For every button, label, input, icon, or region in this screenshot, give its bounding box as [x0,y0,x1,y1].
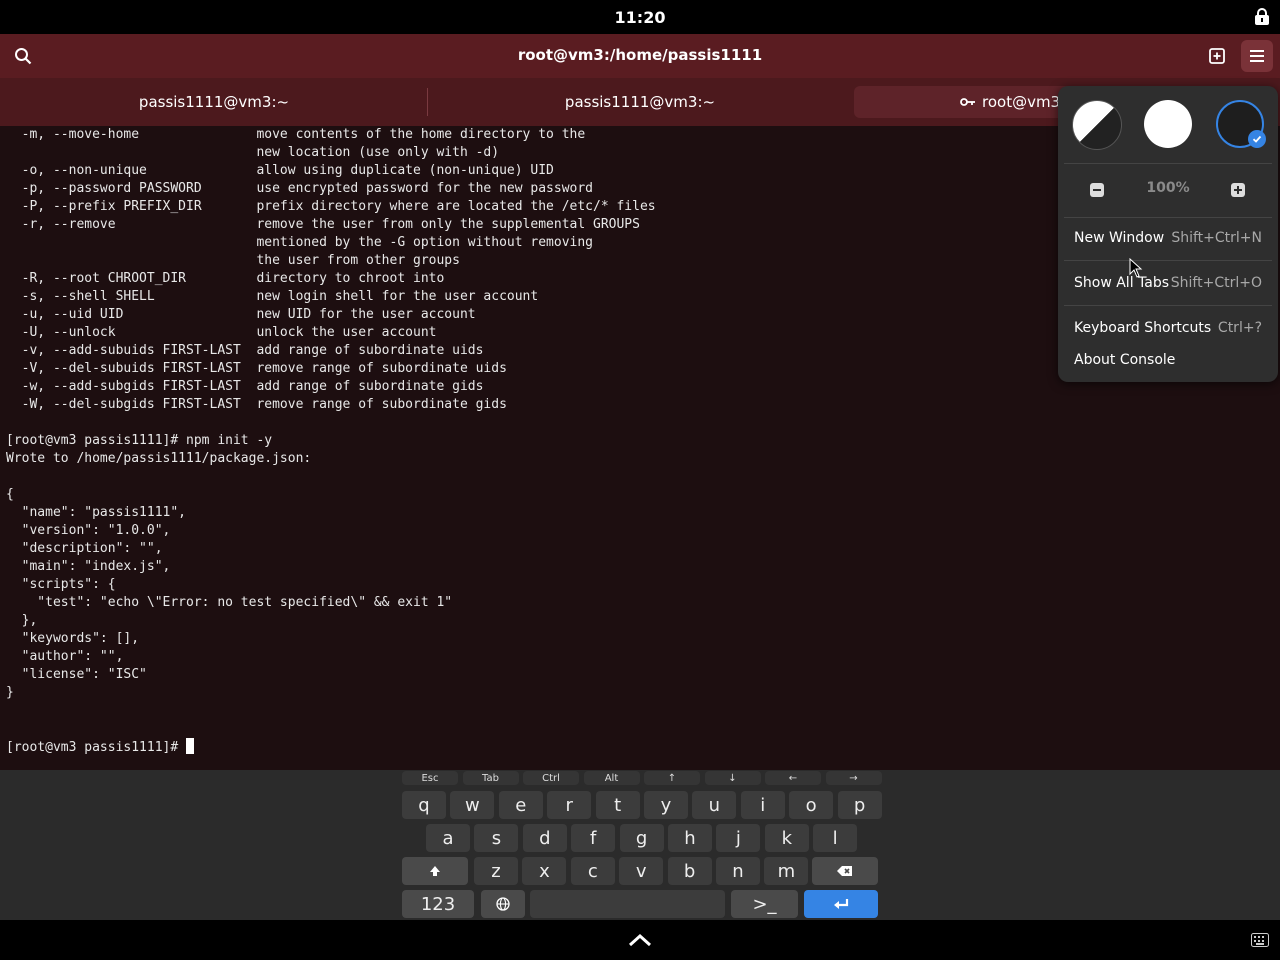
key-icon [960,98,975,106]
key-m[interactable]: m [764,857,809,885]
minus-icon [1090,183,1104,197]
key-right[interactable]: → [825,771,882,785]
style-light[interactable] [1144,100,1192,148]
on-screen-keyboard: Esc Tab Ctrl Alt ↑ ↓ ← → q w e r t y u i o p a s d f g h j k l z x c v… [0,770,1280,920]
key-g[interactable]: g [619,824,664,852]
menu-separator [1064,260,1272,261]
menu-item-shortcut: Shift+Ctrl+O [1170,275,1262,291]
numbers-key-label: 123 [420,893,456,915]
style-dark[interactable] [1216,100,1266,148]
key-ctrl[interactable]: Ctrl [523,771,579,785]
style-follow-system[interactable] [1072,100,1122,150]
keyboard-icon[interactable] [1251,933,1269,947]
key-x[interactable]: x [522,857,567,885]
key-t[interactable]: t [595,791,640,819]
enter-icon [834,899,849,909]
plus-icon [1231,183,1245,197]
key-h[interactable]: h [668,824,712,852]
globe-icon [496,897,510,911]
shell-prompt: [root@vm3 passis1111]# [6,740,187,755]
key-alt[interactable]: Alt [583,771,640,785]
key-k[interactable]: k [764,824,809,852]
menu-item-about-console[interactable]: About Console [1064,343,1272,377]
key-down[interactable]: ↓ [704,771,761,785]
terminal-key[interactable]: >_ [731,890,798,918]
menu-item-new-window[interactable]: New Window Shift+Ctrl+N [1064,221,1272,255]
menu-item-shortcut: Shift+Ctrl+N [1171,230,1262,246]
space-key[interactable] [530,890,725,918]
menu-item-show-all-tabs[interactable]: Show All Tabs Shift+Ctrl+O [1064,266,1272,300]
main-menu-button[interactable] [1241,40,1273,72]
text-cursor [186,738,195,754]
menu-item-label: About Console [1074,352,1176,368]
key-p[interactable]: p [837,791,882,819]
main-menu-popover: 100% New Window Shift+Ctrl+N Show All Ta… [1058,86,1278,382]
tab-label: passis1111@vm3:~ [138,93,290,111]
tab-2[interactable]: passis1111@vm3:~ [428,86,852,118]
header-bar: root@vm3:/home/passis1111 [0,34,1280,78]
menu-separator [1064,217,1272,218]
menu-separator [1064,163,1272,164]
key-n[interactable]: n [716,857,760,885]
shift-key[interactable] [402,857,468,885]
mouse-pointer-icon [1129,258,1143,278]
key-s[interactable]: s [474,824,519,852]
key-c[interactable]: c [570,857,615,885]
key-e[interactable]: e [498,791,543,819]
key-f[interactable]: f [571,824,616,852]
key-i[interactable]: i [740,791,785,819]
lock-icon[interactable] [1254,8,1270,26]
menu-item-label: Show All Tabs [1074,275,1170,291]
checkmark-icon [1248,130,1266,148]
key-q[interactable]: q [402,791,446,819]
enter-key[interactable] [804,890,878,918]
tab-label: passis1111@vm3:~ [564,93,716,111]
top-status-bar: 11:20 [0,0,1280,34]
language-key[interactable] [481,890,525,918]
key-tab[interactable]: Tab [462,771,519,785]
zoom-row: 100% [1058,170,1278,210]
window-title: root@vm3:/home/passis1111 [517,46,763,64]
key-up[interactable]: ↑ [644,771,700,785]
menu-item-keyboard-shortcuts[interactable]: Keyboard Shortcuts Ctrl+? [1064,311,1272,345]
zoom-out-button[interactable] [1088,181,1106,199]
menu-item-label: Keyboard Shortcuts [1074,320,1212,336]
hamburger-menu-icon [1250,50,1264,62]
key-a[interactable]: a [426,824,470,852]
new-tab-icon [1209,48,1225,64]
key-v[interactable]: v [619,857,664,885]
key-u[interactable]: u [692,791,737,819]
clock: 11:20 [614,8,666,27]
bottom-bar [0,920,1280,960]
backspace-key[interactable] [812,857,878,885]
backspace-icon [837,866,852,876]
menu-separator [1064,305,1272,306]
menu-item-shortcut: Ctrl+? [1217,320,1262,336]
numbers-key[interactable]: 123 [402,890,474,918]
key-y[interactable]: y [644,791,688,819]
chevron-up-icon[interactable] [628,933,652,947]
key-w[interactable]: w [450,791,495,819]
tab-1[interactable]: passis1111@vm3:~ [0,86,428,118]
key-r[interactable]: r [547,791,592,819]
zoom-level[interactable]: 100% [1118,180,1218,196]
zoom-in-button[interactable] [1229,181,1247,199]
terminal-key-label: >_ [752,893,777,915]
key-d[interactable]: d [522,824,567,852]
tab-label: root@vm3: [982,93,1066,111]
menu-item-label: New Window [1074,230,1165,246]
key-j[interactable]: j [716,824,761,852]
key-left[interactable]: ← [765,771,821,785]
key-b[interactable]: b [667,857,712,885]
key-z[interactable]: z [474,857,518,885]
key-o[interactable]: o [789,791,834,819]
shift-icon [430,866,440,876]
new-tab-button[interactable] [1201,40,1233,72]
key-esc[interactable]: Esc [402,771,458,785]
key-l[interactable]: l [813,824,858,852]
